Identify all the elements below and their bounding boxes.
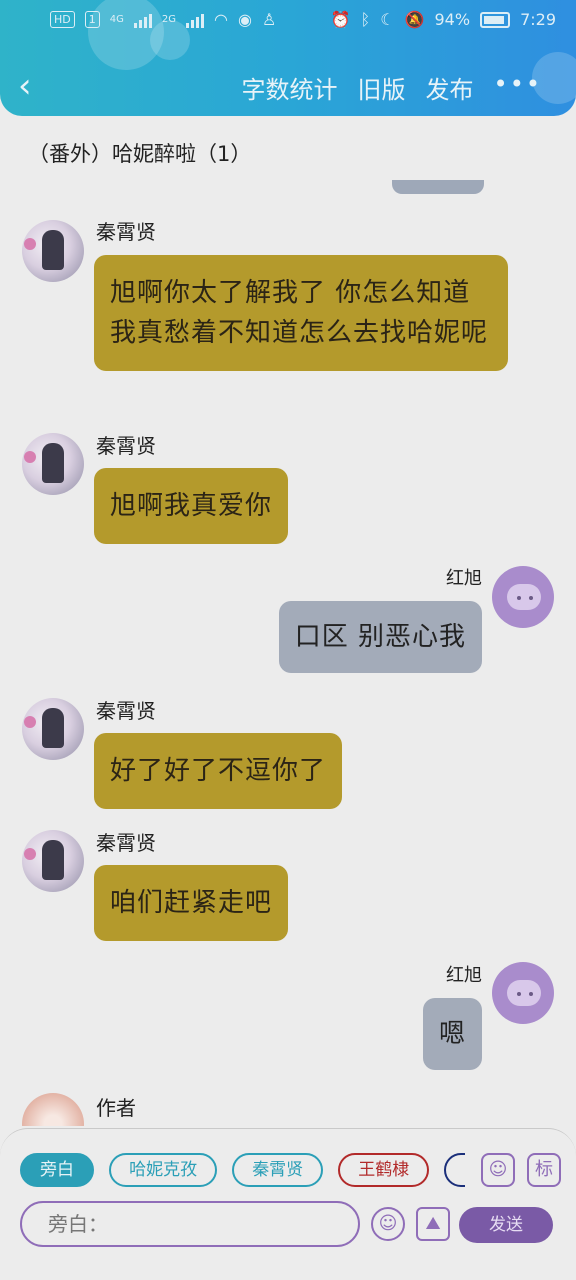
chat-area[interactable]: 秦霄贤 旭啊你太了解我了 你怎么知道我真愁着不知道怎么去找哈妮呢 秦霄贤 旭啊我… [0, 180, 576, 1126]
message-bubble[interactable]: 口区 别恶心我 [278, 601, 482, 673]
message-bubble[interactable]: 咱们赶紧走吧 [94, 865, 289, 941]
signal-bars-icon [133, 12, 152, 28]
send-button[interactable]: 发送 [459, 1207, 553, 1243]
message-bubble[interactable]: 好了好了不逗你了 [94, 733, 343, 809]
composer-panel: 旁白 哈妮克孜 秦霄贤 王鹤棣 黄 ☺ 标 旁白： ☺ ⛰ 发送 [0, 1128, 576, 1280]
avatar[interactable] [22, 220, 84, 282]
avatar[interactable] [22, 830, 84, 892]
old-version-button[interactable]: 旧版 [358, 70, 406, 105]
message-input[interactable]: 旁白： [20, 1201, 360, 1247]
message-bubble[interactable]: 旭啊你太了解我了 你怎么知道我真愁着不知道怎么去找哈妮呢 [94, 255, 508, 371]
role-chip[interactable]: 王鹤棣 [338, 1153, 430, 1187]
avatar[interactable] [22, 433, 84, 495]
speaker-name: 红旭 [446, 965, 482, 986]
nav-bar: ‹ 字数统计 旧版 发布 ••• [0, 64, 576, 110]
role-chip[interactable]: 旁白 [20, 1153, 94, 1187]
role-selector: 旁白 哈妮克孜 秦霄贤 王鹤棣 黄 [20, 1153, 465, 1189]
more-horizontal-icon[interactable]: ••• [494, 70, 542, 105]
battery-icon [480, 11, 511, 28]
message-bubble[interactable]: 嗯 [422, 998, 482, 1070]
qq-icon: ♙ [261, 10, 277, 29]
speaker-name: 秦霄贤 [96, 699, 156, 723]
publish-button[interactable]: 发布 [426, 70, 474, 105]
speaker-name: 作者 [96, 1096, 136, 1120]
speaker-name: 红旭 [446, 568, 482, 589]
message-bubble[interactable]: 旭啊我真爱你 [94, 468, 289, 544]
mark-button[interactable]: 标 [527, 1153, 561, 1187]
sim-badge: 1 [84, 11, 100, 28]
network-4g: 4G [109, 14, 124, 25]
chevron-left-icon[interactable]: ‹ [18, 66, 32, 106]
bluetooth-icon: ᛒ [360, 10, 371, 29]
speaker-name: 秦霄贤 [96, 220, 156, 244]
role-chip[interactable]: 哈妮克孜 [109, 1153, 218, 1187]
top-header: HD 1 4G 2G ◠ ◉ ♙ ⏰ ᛒ ☾ 🔕 94% 7:29 ‹ 字数统计… [0, 0, 576, 116]
avatar[interactable] [492, 566, 554, 628]
status-bar: HD 1 4G 2G ◠ ◉ ♙ ⏰ ᛒ ☾ 🔕 94% 7:29 [0, 0, 576, 40]
word-count-button[interactable]: 字数统计 [242, 70, 338, 105]
wifi-icon: ◠ [214, 10, 228, 29]
role-chip[interactable]: 黄 [444, 1153, 465, 1187]
moon-icon: ☾ [380, 10, 395, 29]
eye-icon: ◉ [237, 10, 252, 29]
person-card-icon[interactable]: ☺ [481, 1153, 515, 1187]
hd-badge: HD [50, 11, 75, 28]
emoji-icon[interactable]: ☺ [371, 1207, 405, 1241]
chapter-title: （番外）哈妮醉啦（1） [28, 142, 252, 166]
avatar[interactable] [492, 962, 554, 1024]
clock: 7:29 [520, 10, 556, 29]
network-2g: 2G [161, 14, 176, 25]
avatar[interactable] [22, 1093, 84, 1126]
speaker-name: 秦霄贤 [96, 831, 156, 855]
speaker-name: 秦霄贤 [96, 434, 156, 458]
role-chip[interactable]: 秦霄贤 [232, 1153, 324, 1187]
signal-bars-icon [186, 12, 204, 28]
alarm-icon: ⏰ [330, 10, 351, 29]
avatar[interactable] [22, 698, 84, 760]
image-icon[interactable]: ⛰ [416, 1207, 450, 1241]
partial-bubble [392, 180, 484, 194]
mute-icon: 🔕 [404, 10, 425, 29]
battery-percent: 94% [434, 10, 471, 29]
